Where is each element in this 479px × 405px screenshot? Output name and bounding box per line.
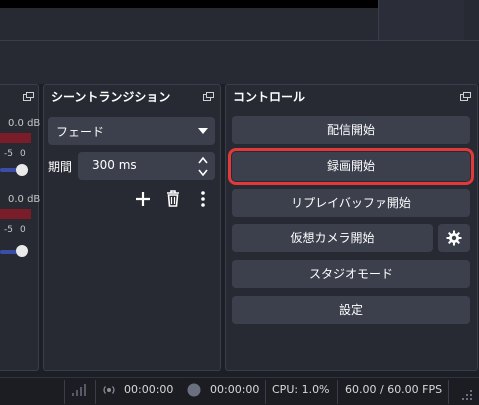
record-time: 00:00:00 (210, 383, 260, 396)
controls-title: コントロール (233, 90, 306, 104)
preview-canvas (0, 0, 378, 8)
channel2-meter (0, 209, 31, 219)
network-signal-icon (72, 384, 86, 396)
more-options-icon[interactable] (200, 191, 206, 207)
channel1-scale-a: -5 (4, 149, 13, 159)
duration-value: 300 ms (92, 158, 137, 172)
channel1-db: 0.0 dB (8, 118, 41, 129)
cpu-usage: CPU: 1.0% (272, 383, 330, 396)
start-virtual-camera-button[interactable]: 仮想カメラ開始 (232, 224, 433, 252)
float-dock-icon[interactable] (23, 92, 34, 101)
status-separator (265, 380, 266, 404)
chevron-up-icon[interactable] (198, 156, 208, 164)
add-icon[interactable] (135, 191, 151, 207)
gear-icon (446, 230, 462, 246)
float-dock-icon[interactable] (460, 92, 471, 101)
status-separator (64, 380, 65, 404)
transitions-title: シーントランジション (51, 90, 171, 104)
preview-side-panel (378, 0, 464, 40)
channel2-db: 0.0 dB (8, 194, 41, 205)
start-streaming-button[interactable]: 配信開始 (232, 116, 470, 144)
studio-mode-button[interactable]: スタジオモード (232, 260, 470, 288)
chevron-down-icon[interactable] (198, 169, 208, 177)
status-separator (448, 380, 449, 404)
channel2-volume-knob[interactable] (16, 245, 28, 257)
trash-icon[interactable] (166, 190, 180, 207)
recording-icon (187, 383, 201, 397)
stream-time: 00:00:00 (124, 383, 174, 396)
start-recording-button[interactable]: 録画開始 (228, 148, 474, 185)
channel1-volume-knob[interactable] (16, 164, 28, 176)
start-replay-buffer-button[interactable]: リプレイバッファ開始 (232, 189, 470, 217)
streaming-icon (103, 386, 115, 394)
channel1-meter (0, 133, 31, 143)
duration-label: 期間 (48, 160, 73, 174)
channel1-scale-b: 0 (20, 149, 26, 159)
chevron-down-icon (198, 128, 208, 134)
resize-grip-icon[interactable] (461, 389, 473, 401)
transition-select-value: フェード (56, 125, 105, 139)
settings-button[interactable]: 設定 (232, 296, 470, 324)
status-separator (337, 380, 338, 404)
preview-divider (0, 40, 479, 41)
virtual-camera-settings-button[interactable] (438, 224, 470, 252)
float-dock-icon[interactable] (203, 92, 214, 101)
channel2-scale-b: 0 (20, 225, 26, 235)
transition-select[interactable]: フェード (48, 117, 215, 145)
fps-readout: 60.00 / 60.00 FPS (345, 383, 443, 396)
status-separator (95, 380, 96, 404)
channel2-scale-a: -5 (4, 225, 13, 235)
duration-spinbox[interactable]: 300 ms (78, 152, 215, 180)
